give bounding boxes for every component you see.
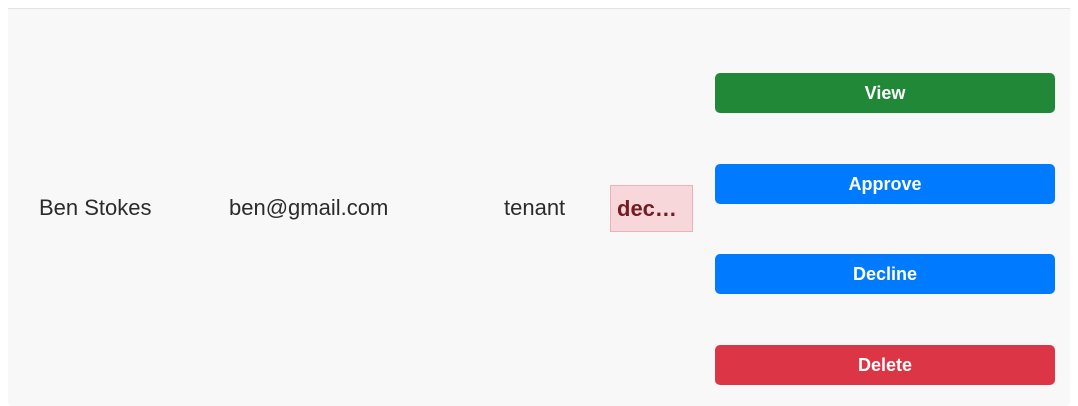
table-row: Ben Stokes ben@gmail.com tenant dec… Vie… (8, 9, 1070, 406)
view-button[interactable]: View (715, 73, 1055, 113)
user-role-cell: tenant (504, 195, 566, 220)
status-badge: dec… (610, 185, 693, 232)
decline-button[interactable]: Decline (715, 254, 1055, 294)
approve-button[interactable]: Approve (715, 164, 1055, 204)
delete-button[interactable]: Delete (715, 345, 1055, 385)
user-name-cell: Ben Stokes (39, 195, 152, 220)
user-email-cell: ben@gmail.com (229, 195, 389, 220)
